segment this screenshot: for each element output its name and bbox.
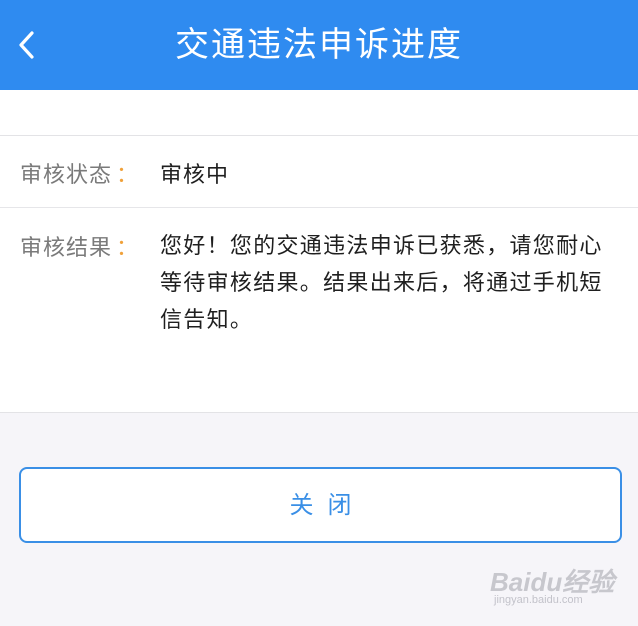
review-status-row: 审核状态： 审核中 [0,136,638,208]
review-result-colon: ： [116,236,140,261]
review-status-label: 审核状态： [20,157,139,189]
review-status-label-text: 审核状态 [20,163,113,188]
review-status-value: 审核中 [160,163,230,188]
watermark-url: jingyan.baidu.com [494,594,583,606]
appeal-progress-panel: 审核状态： 审核中 审核结果： 您好！您的交通违法申诉已获悉，请您耐心等待审核结… [0,135,638,413]
header-spacer [0,90,638,135]
top-app-bar: 交通违法申诉进度 [0,0,638,90]
review-result-label: 审核结果： [20,230,139,262]
review-result-message: 您好！您的交通违法申诉已获悉，请您耐心等待审核结果。结果出来后，将通过手机短信告… [160,234,603,333]
review-result-row: 审核结果： 您好！您的交通违法申诉已获悉，请您耐心等待审核结果。结果出来后，将通… [0,208,638,412]
close-button[interactable]: 关闭 [19,467,622,543]
review-status-colon: ： [116,163,140,188]
baidu-jingyan-watermark: Baidu经验 jingyan.baidu.com [490,560,630,616]
review-result-label-text: 审核结果 [20,236,113,261]
page-title: 交通违法申诉进度 [175,25,463,65]
